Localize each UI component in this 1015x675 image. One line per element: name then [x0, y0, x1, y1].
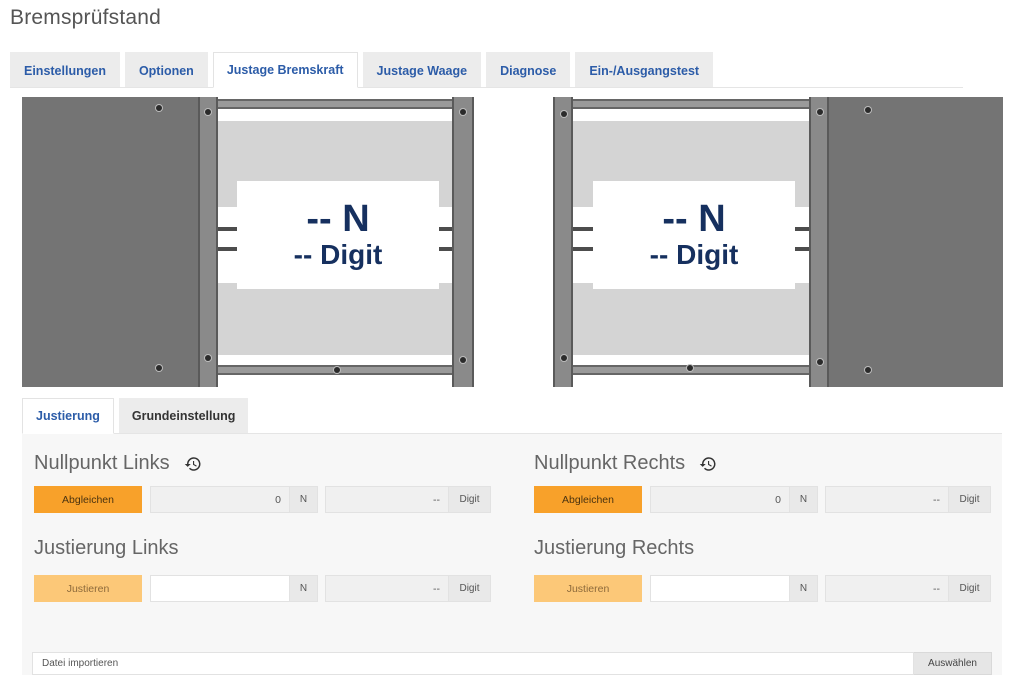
- digit-unit: Digit: [949, 486, 991, 513]
- digit-unit: Digit: [949, 575, 991, 602]
- right-side-plate: [829, 97, 1003, 387]
- axle-stripe: [793, 227, 809, 231]
- bolt: [561, 355, 567, 361]
- axle-stripe: [573, 247, 593, 251]
- nullpunkt-rechts-force-field[interactable]: 0: [650, 486, 790, 513]
- justieren-links-button[interactable]: Justieren: [34, 575, 142, 602]
- auswaehlen-button[interactable]: Auswählen: [914, 652, 992, 675]
- file-import-input[interactable]: Datei importieren: [32, 652, 914, 675]
- bolt: [460, 357, 466, 363]
- right-readout: -- N -- Digit: [593, 181, 795, 289]
- axle-stripe: [218, 247, 238, 251]
- bolt: [156, 365, 162, 371]
- justierung-links-force-input[interactable]: [150, 575, 290, 602]
- bolt: [205, 355, 211, 361]
- right-digit-readout: -- Digit: [649, 239, 739, 270]
- right-roller-view: -- N -- Digit: [553, 97, 1003, 387]
- nullpunkt-rechts-label: Nullpunkt Rechts: [534, 452, 686, 474]
- tab-grundeinstellung[interactable]: Grundeinstellung: [118, 398, 249, 434]
- abgleichen-links-button[interactable]: Abgleichen: [34, 486, 142, 513]
- axle-stripe: [218, 227, 238, 231]
- justierung-links-digit-field[interactable]: --: [325, 575, 449, 602]
- axle-stripe: [573, 227, 593, 231]
- justierung-rechts-force-input[interactable]: [650, 575, 790, 602]
- lower-roller: [218, 283, 452, 355]
- nullpunkt-rechts-digit-field[interactable]: --: [825, 486, 949, 513]
- main-tabs: Einstellungen Optionen Justage Bremskraf…: [10, 50, 964, 88]
- nullpunkt-links-row: Abgleichen 0 N -- Digit: [34, 486, 491, 513]
- nullpunkt-links-label: Nullpunkt Links: [34, 452, 170, 474]
- digit-unit: Digit: [449, 486, 491, 513]
- top-rail: [218, 99, 452, 109]
- history-icon[interactable]: [699, 455, 717, 473]
- tab-ein-ausgangstest[interactable]: Ein-/Ausgangstest: [575, 52, 714, 88]
- bolt: [205, 109, 211, 115]
- nullpunkt-links-title: Nullpunkt Links: [34, 452, 202, 475]
- page-title: Bremsprüfstand: [10, 6, 162, 29]
- bolt: [817, 109, 823, 115]
- bolt: [334, 367, 340, 373]
- bolt: [817, 359, 823, 365]
- bolt: [460, 109, 466, 115]
- bolt: [156, 105, 162, 111]
- justieren-rechts-button[interactable]: Justieren: [534, 575, 642, 602]
- right-force-readout: -- N: [662, 198, 726, 240]
- tab-diagnose[interactable]: Diagnose: [486, 52, 571, 88]
- tab-einstellungen[interactable]: Einstellungen: [10, 52, 120, 88]
- tab-justage-waage[interactable]: Justage Waage: [362, 52, 482, 88]
- abgleichen-rechts-button[interactable]: Abgleichen: [534, 486, 642, 513]
- left-frame-bar: [198, 97, 218, 387]
- file-import-row: Datei importieren Auswählen: [32, 652, 992, 675]
- top-rail: [573, 99, 809, 109]
- force-unit: N: [290, 486, 318, 513]
- justierung-rechts-digit-field[interactable]: --: [825, 575, 949, 602]
- left-readout: -- N -- Digit: [237, 181, 439, 289]
- nullpunkt-rechts-title: Nullpunkt Rechts: [534, 452, 717, 475]
- nullpunkt-rechts-row: Abgleichen 0 N -- Digit: [534, 486, 991, 513]
- tab-justage-bremskraft[interactable]: Justage Bremskraft: [212, 52, 358, 88]
- digit-unit: Digit: [449, 575, 491, 602]
- nullpunkt-links-digit-field[interactable]: --: [325, 486, 449, 513]
- lower-roller: [573, 283, 809, 355]
- force-unit: N: [790, 486, 818, 513]
- left-side-plate: [22, 97, 198, 387]
- force-unit: N: [290, 575, 318, 602]
- bolt: [865, 107, 871, 113]
- left-roller-view: -- N -- Digit: [22, 97, 474, 387]
- tab-justierung[interactable]: Justierung: [22, 398, 114, 434]
- nullpunkt-links-force-field[interactable]: 0: [150, 486, 290, 513]
- bolt: [561, 111, 567, 117]
- justierung-rechts-title: Justierung Rechts: [534, 537, 695, 559]
- right-frame-bar: [452, 97, 474, 387]
- bolt: [687, 365, 693, 371]
- axle-stripe: [793, 247, 809, 251]
- right-frame-bar: [809, 97, 829, 387]
- sub-tabs: Justierung Grundeinstellung: [22, 398, 1004, 434]
- left-frame-bar: [553, 97, 573, 387]
- force-unit: N: [790, 575, 818, 602]
- left-digit-readout: -- Digit: [293, 239, 383, 270]
- justierung-links-row: Justieren N -- Digit: [34, 575, 491, 602]
- tab-optionen[interactable]: Optionen: [124, 52, 208, 88]
- left-force-readout: -- N: [306, 198, 370, 240]
- justierung-rechts-row: Justieren N -- Digit: [534, 575, 991, 602]
- history-icon[interactable]: [184, 455, 202, 473]
- justierung-links-title: Justierung Links: [34, 537, 179, 559]
- bolt: [865, 367, 871, 373]
